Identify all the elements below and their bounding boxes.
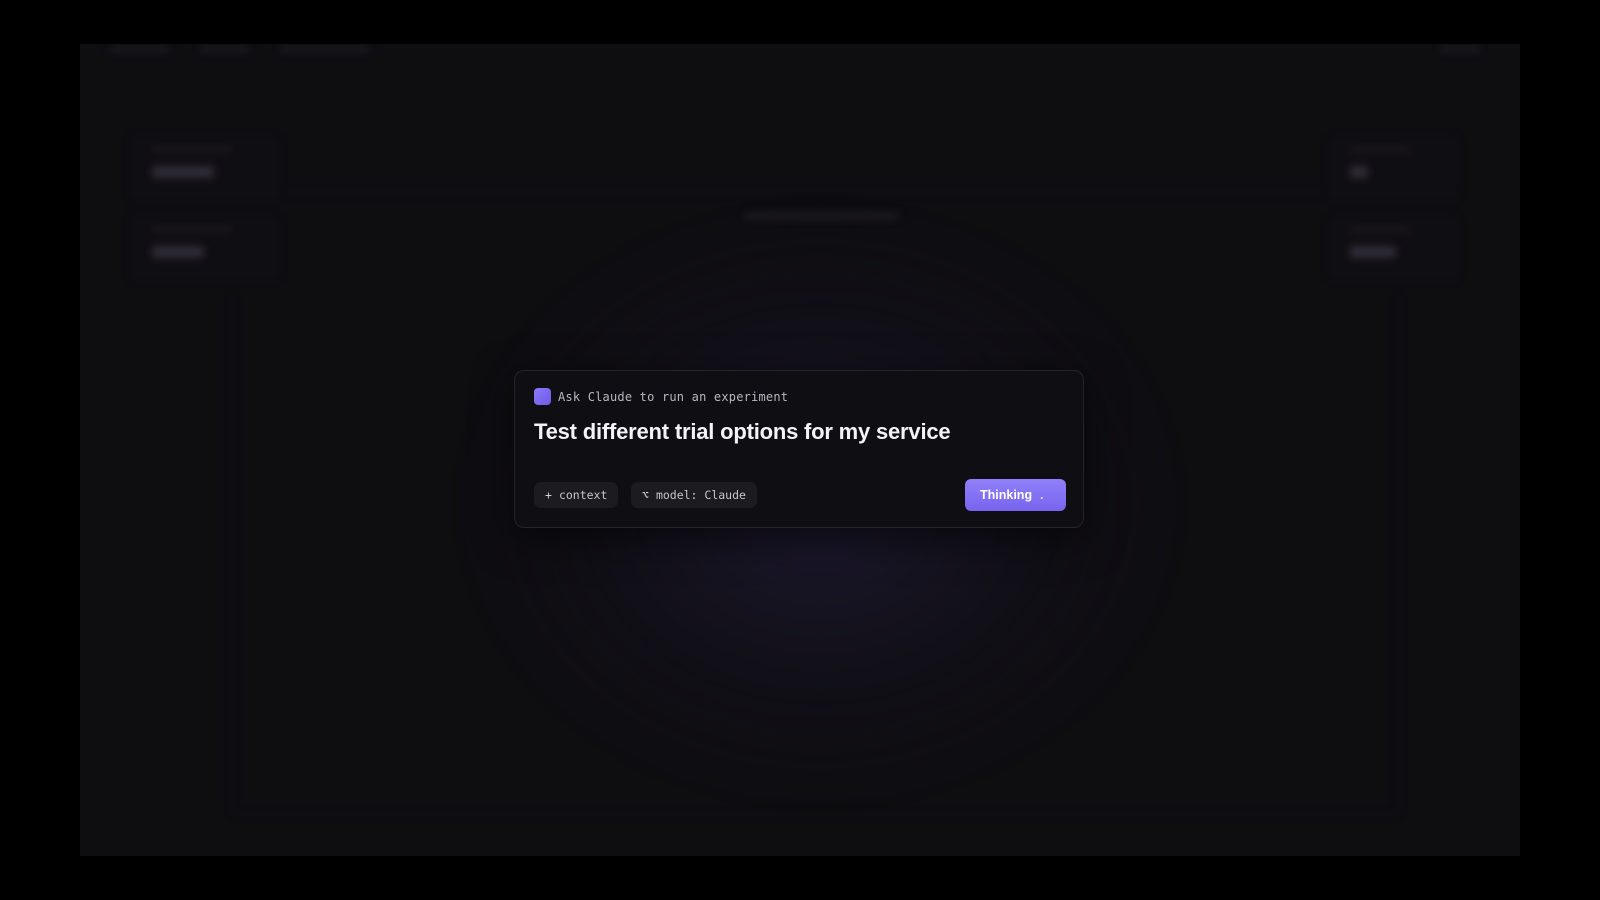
nav-item-placeholder bbox=[110, 46, 170, 52]
stat-value-placeholder bbox=[152, 166, 214, 178]
stat-label-placeholder bbox=[1350, 226, 1410, 232]
stat-value-placeholder bbox=[152, 246, 204, 258]
stat-value-placeholder bbox=[1350, 166, 1368, 178]
nav-item-placeholder bbox=[1440, 46, 1480, 52]
stat-label-placeholder bbox=[152, 226, 232, 232]
model-selector-chip[interactable]: ⌥ model: Claude bbox=[631, 482, 757, 508]
context-chip-label: context bbox=[558, 488, 608, 502]
divider bbox=[232, 814, 1398, 815]
add-context-chip[interactable]: + context bbox=[534, 482, 619, 508]
prompt-input-text[interactable]: Test different trial options for my serv… bbox=[534, 419, 951, 445]
stat-label-placeholder bbox=[152, 146, 232, 152]
stat-label-placeholder bbox=[1350, 146, 1410, 152]
thinking-button-label: Thinking bbox=[980, 488, 1033, 502]
thinking-dots-indicator: . bbox=[1040, 488, 1044, 502]
chart-title-placeholder bbox=[744, 212, 900, 220]
divider bbox=[232, 294, 233, 814]
thinking-submit-button[interactable]: Thinking . bbox=[965, 479, 1066, 511]
stat-value-placeholder bbox=[1350, 246, 1396, 258]
nav-item-placeholder bbox=[280, 46, 370, 52]
option-key-icon: ⌥ bbox=[642, 488, 649, 502]
model-chip-label: model: Claude bbox=[655, 488, 746, 502]
stat-card-placeholder bbox=[130, 136, 280, 200]
stat-card-placeholder bbox=[1328, 136, 1458, 200]
stat-card-placeholder bbox=[1328, 216, 1458, 280]
divider bbox=[130, 192, 1460, 193]
prompt-card-header: Ask Claude to run an experiment bbox=[534, 388, 788, 405]
claude-square-icon bbox=[534, 388, 551, 405]
experiment-prompt-card: Ask Claude to run an experiment Test dif… bbox=[514, 370, 1084, 528]
prompt-card-title: Ask Claude to run an experiment bbox=[558, 389, 789, 404]
stat-card-placeholder bbox=[130, 216, 280, 280]
nav-item-placeholder bbox=[200, 46, 250, 52]
top-navigation-blurred bbox=[80, 44, 1520, 62]
divider bbox=[1398, 294, 1399, 814]
plus-icon: + bbox=[545, 488, 552, 502]
